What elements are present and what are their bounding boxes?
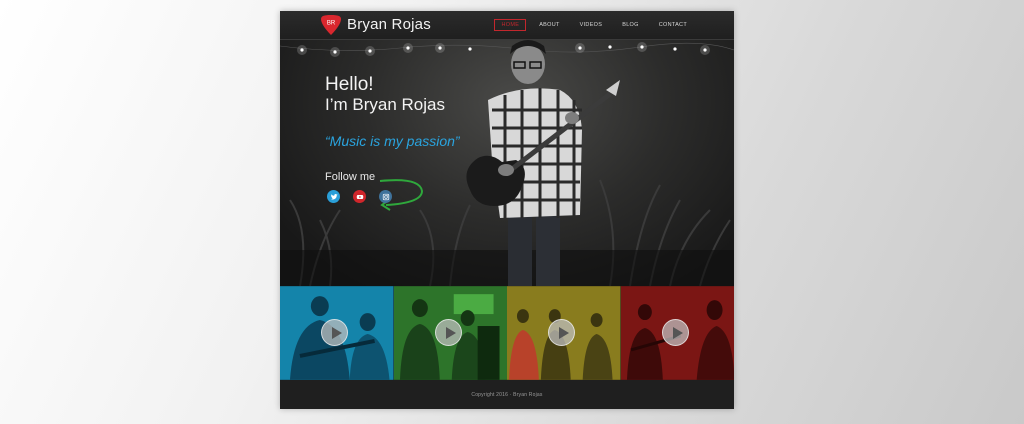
social-links bbox=[327, 190, 392, 203]
youtube-button[interactable] bbox=[353, 190, 366, 203]
play-icon[interactable] bbox=[434, 319, 462, 346]
nav-videos[interactable]: VIDEOS bbox=[573, 19, 610, 31]
logo-text: BR bbox=[327, 21, 336, 27]
instagram-icon bbox=[382, 193, 389, 200]
logo-badge[interactable]: BR bbox=[320, 14, 342, 36]
hero-tagline: “Music is my passion” bbox=[325, 133, 460, 149]
copyright-text: Copyright 2016 · Bryan Rojas bbox=[471, 391, 543, 398]
hero-intro: I’m Bryan Rojas bbox=[325, 95, 445, 114]
nav-home[interactable]: HOME bbox=[494, 19, 527, 31]
follow-me-label: Follow me bbox=[325, 171, 376, 183]
main-nav: HOME ABOUT VIDEOS BLOG CONTACT bbox=[494, 19, 694, 31]
twitter-icon bbox=[330, 193, 338, 200]
nav-about[interactable]: ABOUT bbox=[532, 19, 566, 31]
video-thumbnail-4[interactable] bbox=[620, 286, 734, 380]
video-thumbnail-2[interactable] bbox=[393, 286, 507, 380]
play-icon[interactable] bbox=[548, 319, 575, 346]
site-header: BR Bryan Rojas HOME ABOUT VIDEOS BLOG CO… bbox=[280, 11, 734, 40]
hero-section: Hello! I’m Bryan Rojas “Music is my pass… bbox=[280, 40, 734, 286]
twitter-button[interactable] bbox=[327, 190, 340, 203]
site-footer: Copyright 2016 · Bryan Rojas bbox=[280, 380, 734, 409]
guitar-pick-logo-icon: BR bbox=[321, 15, 341, 35]
instagram-button[interactable] bbox=[379, 190, 392, 203]
website-mockup: BR Bryan Rojas HOME ABOUT VIDEOS BLOG CO… bbox=[280, 11, 734, 409]
video-thumbnail-1[interactable] bbox=[280, 286, 394, 380]
play-icon[interactable] bbox=[321, 319, 348, 346]
youtube-icon bbox=[356, 194, 363, 199]
video-thumbnail-3[interactable] bbox=[507, 286, 621, 380]
hero-greeting: Hello! bbox=[325, 74, 374, 95]
nav-blog[interactable]: BLOG bbox=[615, 19, 645, 31]
nav-contact[interactable]: CONTACT bbox=[652, 19, 694, 31]
video-thumbnails bbox=[280, 286, 734, 380]
brand-name[interactable]: Bryan Rojas bbox=[347, 16, 431, 33]
guitarist-photo bbox=[466, 40, 620, 286]
play-icon[interactable] bbox=[661, 319, 689, 346]
